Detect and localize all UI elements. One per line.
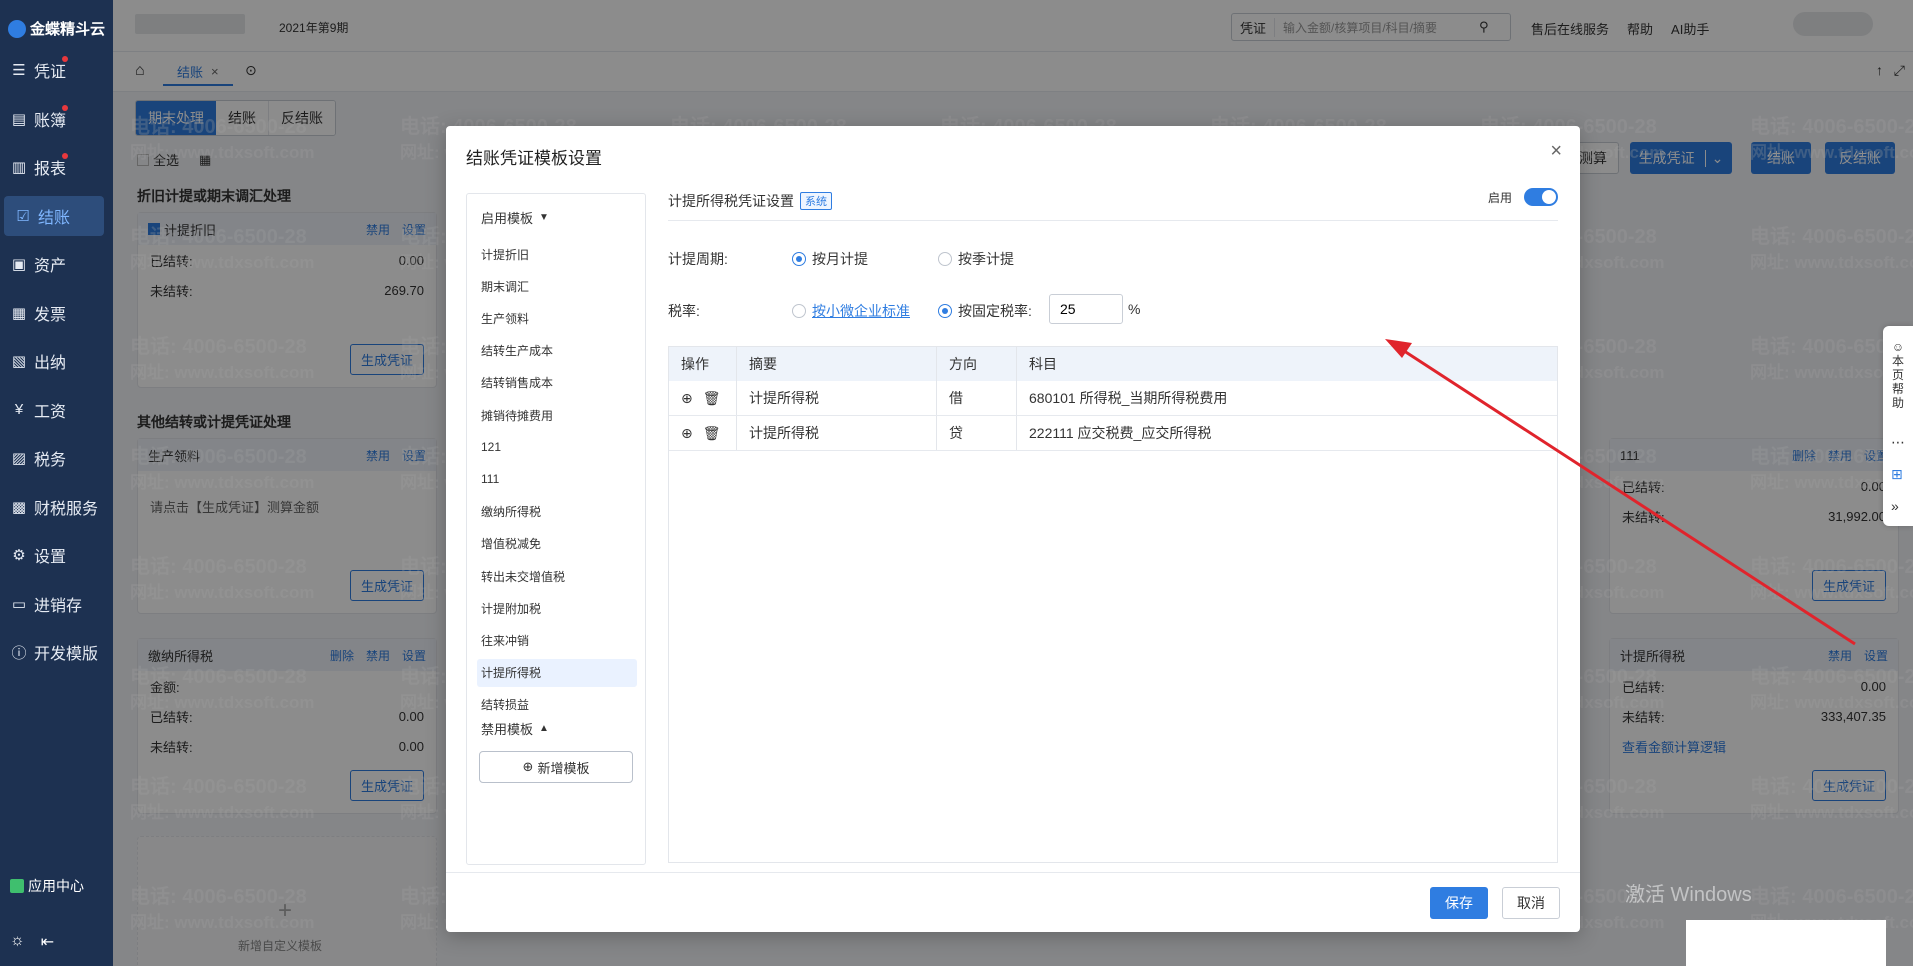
- template-item[interactable]: 转出未交增值税: [477, 562, 637, 590]
- template-item[interactable]: 结转损益: [477, 691, 637, 719]
- enabled-group-toggle[interactable]: 启用模板 ▼: [481, 208, 549, 227]
- table-row: ⊕ 🗑 计提所得税 借 680101 所得税_当期所得税费用: [669, 381, 1557, 416]
- add-row-icon[interactable]: ⊕: [681, 425, 693, 442]
- invoice-icon: ▦: [11, 304, 27, 322]
- template-item[interactable]: 结转生产成本: [477, 337, 637, 365]
- book-icon: ▤: [11, 110, 27, 128]
- radio-dot: [938, 252, 952, 266]
- sidebar-item[interactable]: ▦ 发票: [0, 293, 108, 333]
- sidebar-item[interactable]: ¥ 工资: [0, 390, 108, 430]
- logo-icon: [8, 19, 26, 38]
- close-icon[interactable]: ×: [1550, 140, 1562, 163]
- help-page-button[interactable]: ☺ 本页帮助: [1890, 340, 1906, 410]
- sidebar-item[interactable]: ⚙ 设置: [0, 535, 108, 575]
- save-button[interactable]: 保存: [1430, 887, 1488, 919]
- radio-quarterly[interactable]: 按季计提: [938, 249, 1014, 269]
- table-header: 操作 摘要 方向 科目: [669, 347, 1557, 381]
- add-template-button[interactable]: ⊕ 新增模板: [479, 751, 633, 783]
- notification-dot: [62, 56, 68, 62]
- settings-icon: ⚙: [12, 547, 26, 564]
- plus-circle-icon: ⊕: [522, 759, 534, 774]
- caret-up-icon: ▲: [539, 723, 549, 734]
- sidebar-item[interactable]: ▤ 账簿: [0, 99, 108, 139]
- cashier-icon: ▧: [11, 353, 27, 370]
- sidebar-item[interactable]: ☑ 结账: [4, 195, 104, 236]
- collapse-icon[interactable]: ⇤: [41, 932, 54, 952]
- sidebar-item[interactable]: ▥ 报表: [0, 147, 108, 187]
- theme-icon[interactable]: ☼: [10, 932, 25, 952]
- radio-dot: [792, 304, 806, 318]
- template-item[interactable]: 期末调汇: [477, 272, 637, 300]
- template-item[interactable]: 生产领料: [477, 304, 637, 332]
- radio-small-enterprise[interactable]: 按小微企业标准: [792, 301, 910, 321]
- template-item[interactable]: 结转销售成本: [477, 369, 637, 397]
- dialog-title: 结账凭证模板设置: [466, 149, 602, 168]
- rate-input[interactable]: [1049, 294, 1123, 324]
- logo: 金蝶精斗云: [8, 18, 105, 39]
- message-icon[interactable]: ⋯: [1891, 434, 1905, 451]
- float-help-bar: ☺ 本页帮助 ⋯ ⊞ »: [1883, 326, 1913, 526]
- rate-label: 税率:: [668, 303, 700, 319]
- sidebar-item[interactable]: ☰ 凭证: [0, 50, 108, 90]
- system-tag: 系统: [800, 192, 832, 210]
- inventory-icon: ▭: [11, 595, 27, 613]
- sidebar-item[interactable]: ▧ 出纳: [0, 341, 108, 381]
- sidebar-item[interactable]: ▩ 财税服务: [0, 487, 108, 527]
- tax-icon: ▨: [11, 450, 27, 467]
- salary-icon: ¥: [14, 401, 24, 418]
- template-item[interactable]: 计提附加税: [477, 594, 637, 622]
- windows-activation-text: 激活 Windows: [1625, 884, 1752, 906]
- report-icon: ▥: [11, 159, 27, 176]
- template-item[interactable]: 计提折旧: [477, 240, 637, 268]
- closing-icon: ☑: [16, 207, 30, 225]
- sidebar: 金蝶精斗云 ☰ 凭证 ▤ 账簿 ▥ 报表 ☑ 结账 ▣ 资产 ▦ 发票 ▧ 出纳 ¥ 工资 ▨ 税务 ▩ 财税服务 ⚙ 设…: [0, 0, 113, 966]
- template-item[interactable]: 缴纳所得税: [477, 498, 637, 526]
- template-item[interactable]: 111: [477, 465, 637, 493]
- radio-fixed-rate[interactable]: 按固定税率:: [938, 301, 1032, 321]
- divider: [668, 220, 1558, 221]
- blank-box: [1686, 920, 1886, 966]
- service-icon: ▩: [11, 498, 27, 516]
- trash-icon[interactable]: 🗑: [703, 390, 721, 407]
- app-center[interactable]: 应用中心: [10, 876, 84, 896]
- section-title: 计提所得税凭证设置 系统: [668, 191, 832, 211]
- radio-monthly[interactable]: 按月计提: [792, 249, 868, 269]
- notification-dot: [62, 153, 68, 159]
- entries-table: 操作 摘要 方向 科目 ⊕ 🗑 计提所得税 借 680101 所得税_当期所得税费…: [668, 346, 1558, 863]
- radio-dot-checked: [938, 304, 952, 318]
- sidebar-item[interactable]: ⓘ 开发模版: [0, 632, 108, 672]
- template-item[interactable]: 增值税减免: [477, 530, 637, 558]
- gift-icon[interactable]: ⊞: [1891, 466, 1903, 483]
- notification-dot: [62, 104, 68, 111]
- template-item[interactable]: 计提所得税: [477, 658, 637, 687]
- voucher-icon: ☰: [12, 62, 26, 79]
- cancel-button[interactable]: 取消: [1502, 887, 1560, 919]
- add-row-icon[interactable]: ⊕: [681, 390, 693, 407]
- sidebar-item[interactable]: ▣ 资产: [0, 244, 108, 284]
- help-chat-icon: ☺: [1891, 340, 1905, 354]
- expand-icon[interactable]: »: [1891, 498, 1899, 514]
- dialog-footer: 保存 取消: [446, 872, 1580, 932]
- caret-down-icon: ▼: [539, 212, 549, 223]
- template-item[interactable]: 摊销待摊费用: [477, 401, 637, 429]
- sidebar-item[interactable]: ▭ 进销存: [0, 584, 108, 624]
- radio-dot-checked: [792, 252, 806, 266]
- enable-toggle-group: 启用: [1488, 188, 1558, 206]
- template-item[interactable]: 往来冲销: [477, 626, 637, 654]
- trash-icon[interactable]: 🗑: [703, 425, 721, 442]
- template-item[interactable]: 121: [477, 433, 637, 461]
- dev-template-icon: ⓘ: [11, 644, 27, 662]
- asset-icon: ▣: [11, 256, 27, 273]
- sidebar-item[interactable]: ▨ 税务: [0, 438, 108, 478]
- enable-toggle[interactable]: [1524, 188, 1558, 206]
- app-center-icon: [10, 879, 24, 893]
- table-row: ⊕ 🗑 计提所得税 贷 222111 应交税费_应交所得税: [669, 416, 1557, 451]
- rate-unit: %: [1128, 301, 1141, 317]
- template-list: 启用模板 ▼ 计提折旧期末调汇生产领料结转生产成本 结转销售成本 摊销待摊费用 121 1…: [466, 193, 646, 865]
- period-label: 计提周期:: [668, 251, 728, 267]
- template-settings-dialog: 结账凭证模板设置 × 启用模板 ▼ 计提折旧期末调汇生产领料结转生产成本 结转销售成…: [446, 126, 1580, 932]
- disabled-group-toggle[interactable]: 禁用模板 ▲: [481, 719, 549, 738]
